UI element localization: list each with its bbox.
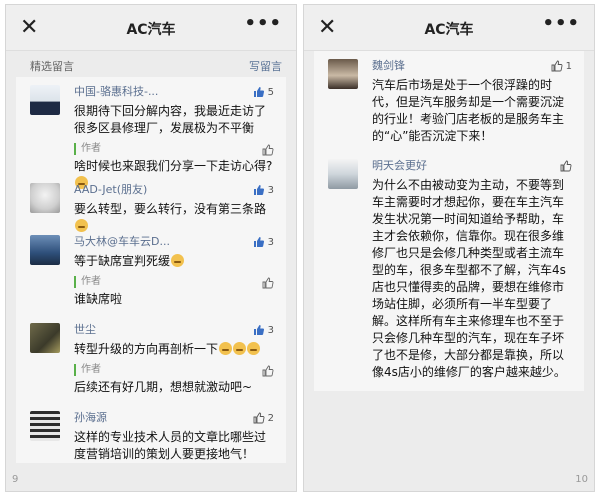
reply-like-button[interactable] (262, 274, 274, 293)
left-phone-screen: ✕ AC汽车 ••• 精选留言 写留言 中国-骆惠科技-... 5 很期待下回分… (5, 4, 297, 492)
avatar[interactable] (328, 159, 358, 189)
dizzy-emoji-icon (247, 342, 261, 355)
comment-author[interactable]: AAD-Jet(朋友) (74, 183, 274, 197)
comment-item: 中国-骆惠科技-... 5 很期待下回分解内容，我最近走访了很多区县修理厂，发展… (16, 77, 286, 189)
laugh-emoji-icon (171, 254, 185, 267)
like-count: 3 (267, 324, 274, 336)
comment-item: 孙海源 2 这样的专业技术人员的文章比哪些过度营销培训的策划人要更接地气！ (16, 403, 286, 463)
avatar[interactable] (30, 323, 60, 353)
comment-text: 汽车后市场是处于一个很浮躁的时代，但是汽车服务却是一个需要沉淀的行业！考验门店老… (372, 78, 565, 143)
comment-list: 魏剑锋 1 汽车后市场是处于一个很浮躁的时代，但是汽车服务却是一个需要沉淀的行业… (314, 51, 584, 391)
like-count: 1 (565, 60, 572, 72)
thumb-up-icon (253, 86, 265, 98)
like-count: 5 (267, 86, 274, 98)
like-button[interactable]: 3 (253, 184, 274, 196)
comment-text: 这样的专业技术人员的文章比哪些过度营销培训的策划人要更接地气！ (74, 430, 267, 461)
comment-item: 马大林@车车云D... 3 等于缺席宣判死缓 作者 谁缺席啦 (16, 227, 286, 315)
comment-text: 转型升级的方向再剖析一下 (74, 341, 274, 358)
like-button[interactable]: 5 (253, 86, 274, 98)
reply-text: 后续还有好几期，想想就激动吧~ (74, 380, 253, 394)
comment-item: 世尘 3 转型升级的方向再剖析一下 作者 后续还有好几期，想想就激动吧~ (16, 315, 286, 403)
write-comment-button[interactable]: 写留言 (249, 58, 282, 74)
like-button[interactable]: 2 (253, 412, 274, 424)
like-button[interactable]: 1 (551, 60, 572, 72)
more-icon[interactable]: ••• (542, 13, 580, 34)
comment-text: 为什么不由被动变为主动，不要等到车主需要时才想起你，要在车主汽车发生状况第一时间… (372, 178, 566, 379)
thumb-up-icon (253, 236, 265, 248)
thumb-up-icon (253, 184, 265, 196)
comment-author[interactable]: 马大林@车车云D... (74, 235, 274, 249)
avatar[interactable] (328, 59, 358, 89)
reply-like-button[interactable] (262, 362, 274, 381)
page-number: 9 (12, 474, 19, 485)
like-count: 2 (267, 412, 274, 424)
thumb-up-icon (551, 60, 563, 72)
thumb-up-icon (560, 160, 572, 172)
comment-item: 明天会更好 为什么不由被动变为主动，不要等到车主需要时才想起你，要在车主汽车发生… (314, 151, 584, 391)
right-phone-screen: ✕ AC汽车 ••• 魏剑锋 1 汽车后市场是处于一个很浮躁的时代，但是汽车服务… (303, 4, 595, 492)
reply-author-tag: 作者 (74, 143, 274, 155)
comment-text: 等于缺席宣判死缓 (74, 253, 274, 270)
author-reply: 作者 谁缺席啦 (74, 276, 274, 308)
comment-author[interactable]: 明天会更好 (372, 159, 572, 173)
dizzy-emoji-icon (233, 342, 247, 355)
avatar[interactable] (30, 85, 60, 115)
like-button[interactable]: 3 (253, 324, 274, 336)
comment-text: 很期待下回分解内容，我最近走访了很多区县修理厂，发展极为不平衡 (74, 104, 267, 135)
reply-like-button[interactable] (262, 141, 274, 160)
comment-item: 魏剑锋 1 汽车后市场是处于一个很浮躁的时代，但是汽车服务却是一个需要沉淀的行业… (314, 51, 584, 151)
comment-author[interactable]: 中国-骆惠科技-... (74, 85, 274, 99)
like-count: 3 (267, 236, 274, 248)
like-button[interactable]: 3 (253, 236, 274, 248)
reply-author-tag: 作者 (74, 364, 274, 376)
avatar[interactable] (30, 411, 60, 441)
reply-text: 谁缺席啦 (74, 292, 123, 306)
comment-author[interactable]: 魏剑锋 (372, 59, 572, 73)
top-bar: ✕ AC汽车 ••• (304, 5, 594, 51)
comment-author[interactable]: 世尘 (74, 323, 274, 337)
comment-author[interactable]: 孙海源 (74, 411, 274, 425)
avatar[interactable] (30, 183, 60, 213)
author-reply: 作者 后续还有好几期，想想就激动吧~ (74, 364, 274, 396)
thumb-up-icon (253, 412, 265, 424)
like-count: 3 (267, 184, 274, 196)
page-number: 10 (575, 474, 588, 485)
comment-item: AAD-Jet(朋友) 3 要么转型，要么转行，没有第三条路 (16, 175, 286, 232)
more-icon[interactable]: ••• (244, 13, 282, 34)
thumb-up-icon (253, 324, 265, 336)
dizzy-emoji-icon (219, 342, 233, 355)
like-button[interactable] (560, 160, 572, 172)
avatar[interactable] (30, 235, 60, 265)
top-bar: ✕ AC汽车 ••• (6, 5, 296, 51)
section-header: 精选留言 写留言 (6, 51, 296, 77)
section-title: 精选留言 (30, 60, 74, 73)
comment-list: 中国-骆惠科技-... 5 很期待下回分解内容，我最近走访了很多区县修理厂，发展… (16, 77, 286, 463)
reply-author-tag: 作者 (74, 276, 274, 288)
